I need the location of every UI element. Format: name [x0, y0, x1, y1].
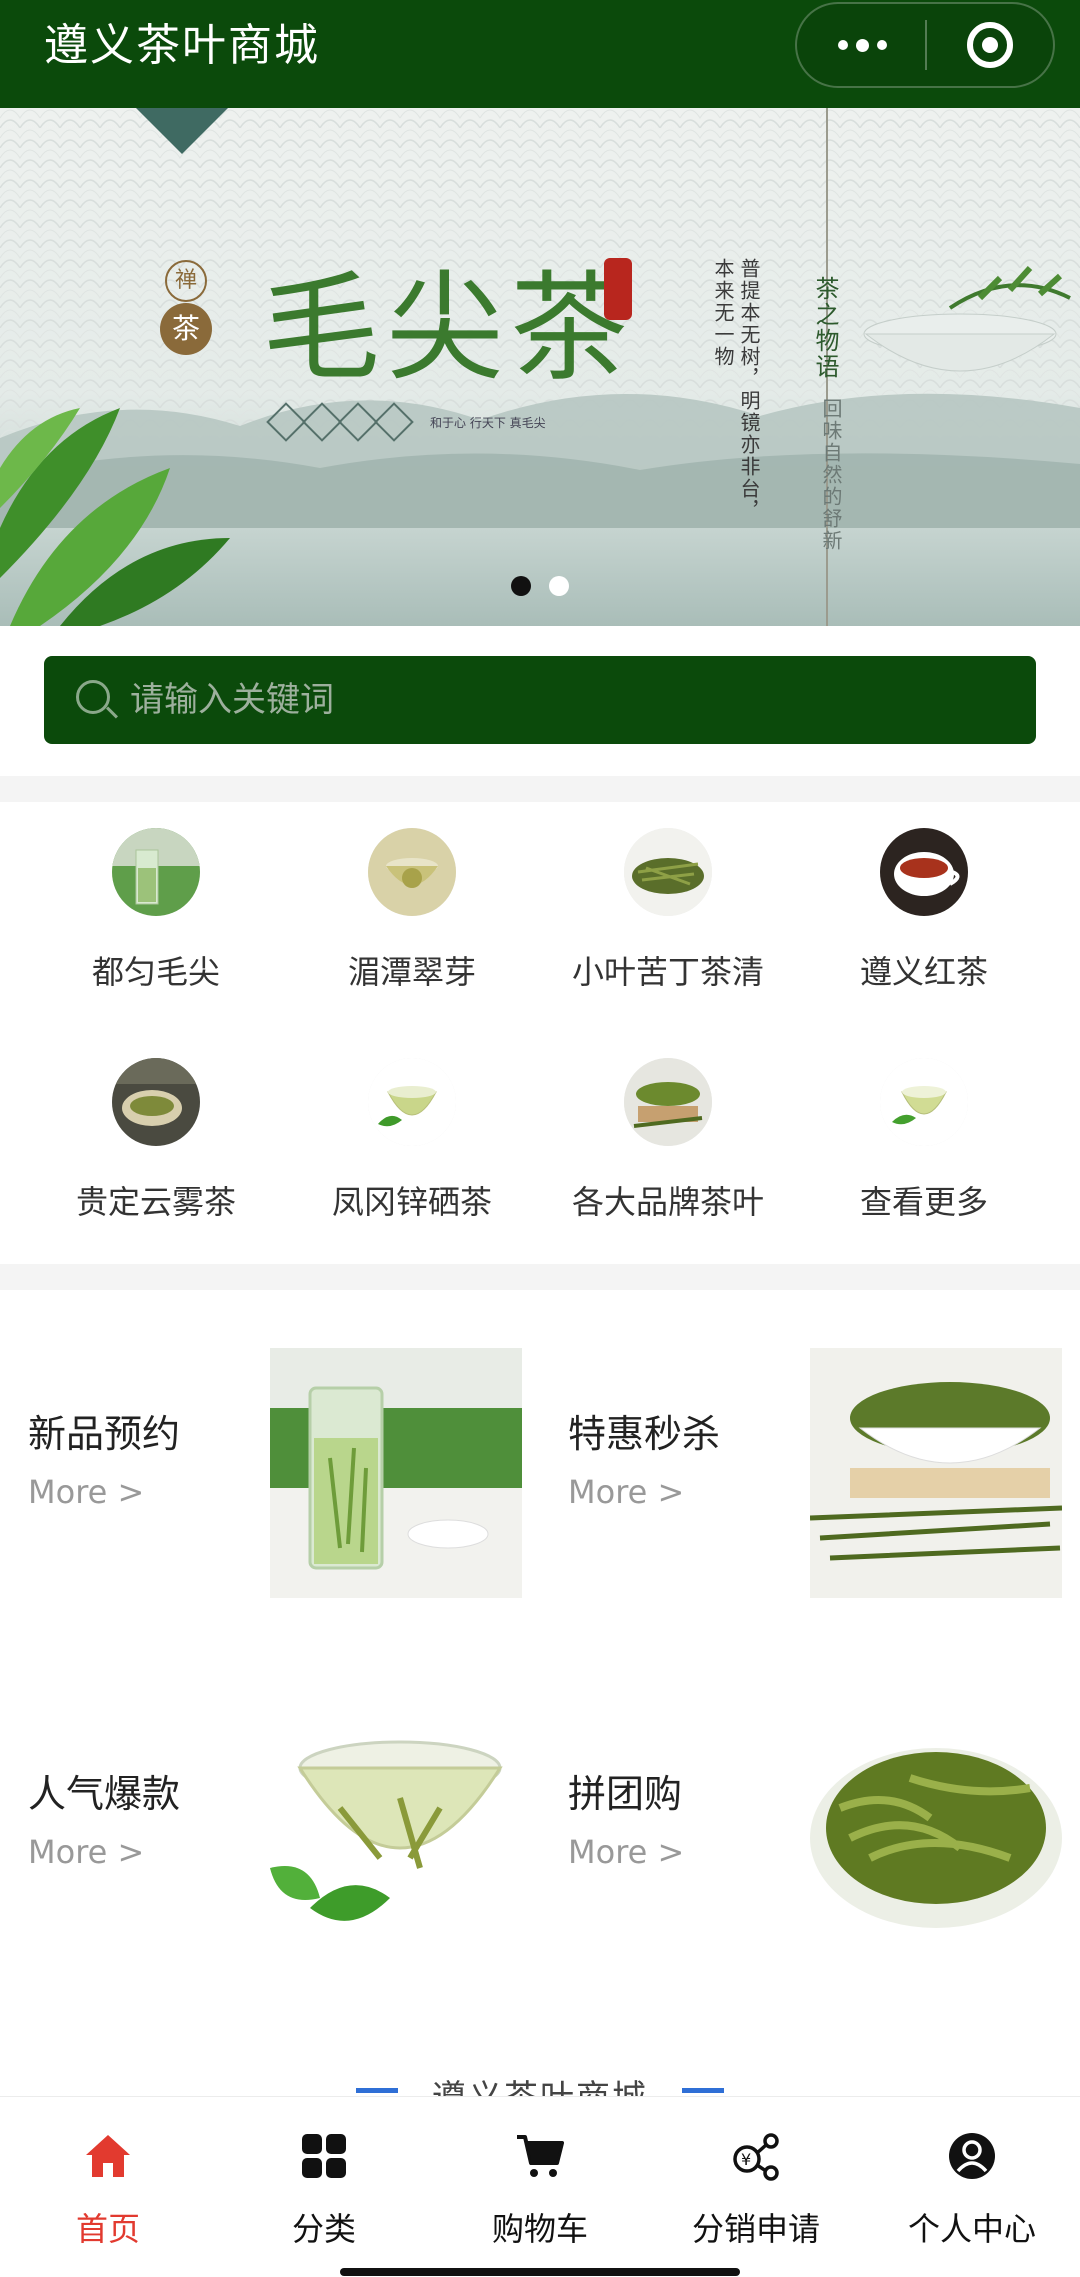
tea-cup-icon: [880, 1058, 968, 1146]
promo-title: 特惠秒杀: [568, 1412, 721, 1456]
promo-more-link[interactable]: More >: [28, 1472, 144, 1512]
promo-image: [810, 1708, 1062, 1958]
mini-program-capsule: [795, 2, 1055, 88]
tea-leaves-icon: [624, 828, 712, 916]
banner-seal-zen: 禅: [165, 260, 207, 302]
tea-bowl-icon: [624, 1058, 712, 1146]
category-item[interactable]: 遵义红茶: [796, 802, 1052, 1002]
promo-group-buy[interactable]: 拼团购 More >: [540, 1650, 1080, 2010]
category-item[interactable]: 小叶苦丁茶清: [540, 802, 796, 1002]
promo-more-link[interactable]: More >: [28, 1832, 144, 1872]
category-grid: 都匀毛尖 湄潭翠芽 小叶苦丁茶清 遵义红茶 贵定云雾茶 凤冈锌硒茶 各大品牌茶叶…: [0, 802, 1080, 1264]
tab-home[interactable]: 首页: [0, 2097, 216, 2277]
carousel-dot[interactable]: [549, 576, 569, 596]
section-divider: [0, 1264, 1080, 1290]
category-label: 各大品牌茶叶: [571, 1183, 764, 1221]
banner-vertical-subtitle: 回味自然的舒新: [819, 398, 843, 552]
home-indicator: [340, 2268, 740, 2276]
promo-image: [270, 1348, 522, 1598]
carousel-dots: [0, 576, 1080, 596]
category-item[interactable]: 贵定云雾茶: [28, 1032, 284, 1232]
category-item[interactable]: 都匀毛尖: [28, 802, 284, 1002]
search-input[interactable]: 请输入关键词: [44, 656, 1036, 744]
promo-title: 人气爆款: [28, 1772, 181, 1816]
promo-best-sellers[interactable]: 人气爆款 More >: [0, 1650, 540, 2010]
grid-icon: [302, 2134, 346, 2178]
svg-text:¥: ¥: [741, 2150, 751, 2169]
promo-more-link[interactable]: More >: [568, 1472, 684, 1512]
promo-section: 新品预约 More > 特惠秒杀 More > 人气爆款 More > 拼团购 …: [0, 1290, 1080, 2014]
category-label: 贵定云雾茶: [75, 1183, 236, 1221]
promo-flash-sale[interactable]: 特惠秒杀 More >: [540, 1290, 1080, 1650]
red-seal-stamp: [604, 258, 632, 320]
user-icon: [949, 2133, 995, 2179]
search-icon: [76, 680, 110, 714]
black-tea-icon: [880, 828, 968, 916]
tab-category[interactable]: 分类: [216, 2097, 432, 2277]
category-label: 遵义红茶: [859, 953, 988, 991]
category-label: 湄潭翠芽: [347, 953, 476, 991]
promo-image: [270, 1708, 522, 1958]
capsule-divider: [925, 20, 927, 70]
banner-vertical-title: 茶之物语: [811, 276, 839, 380]
footer-line-right: [682, 2088, 724, 2093]
category-label: 查看更多: [859, 1183, 988, 1221]
close-mini-program-icon[interactable]: [967, 22, 1013, 68]
tab-profile[interactable]: 个人中心: [864, 2097, 1080, 2277]
promo-image: [810, 1348, 1062, 1598]
tea-cup-icon: [368, 1058, 456, 1146]
promo-more-link[interactable]: More >: [568, 1832, 684, 1872]
category-item[interactable]: 湄潭翠芽: [284, 802, 540, 1002]
more-options-icon[interactable]: [797, 4, 927, 86]
app-header: 遵义茶叶商城: [0, 0, 1080, 108]
category-item[interactable]: 各大品牌茶叶: [540, 1032, 796, 1232]
promo-new-arrivals[interactable]: 新品预约 More >: [0, 1290, 540, 1650]
search-placeholder: 请输入关键词: [130, 680, 334, 720]
bottom-tab-bar: 首页 分类 购物车 ¥ 分销申请 个人中心: [0, 2096, 1080, 2276]
tab-label: 购物车: [491, 2210, 588, 2248]
tea-cup-icon: [368, 828, 456, 916]
category-label: 都匀毛尖: [91, 953, 220, 991]
section-divider: [0, 776, 1080, 802]
banner-verse: 普提本无树，明镜亦非台，本来无一物: [711, 258, 761, 522]
app-title: 遵义茶叶商城: [44, 20, 320, 71]
category-label: 凤冈锌硒茶: [331, 1183, 492, 1221]
category-item[interactable]: 凤冈锌硒茶: [284, 1032, 540, 1232]
category-item[interactable]: 查看更多: [796, 1032, 1052, 1232]
tab-label: 个人中心: [907, 2210, 1036, 2248]
tea-glass-icon: [112, 828, 200, 916]
tab-label: 分销申请: [691, 2210, 820, 2248]
tea-spoon-icon: [112, 1058, 200, 1146]
tab-label: 首页: [75, 2210, 140, 2248]
share-icon: ¥: [733, 2133, 779, 2181]
tab-label: 分类: [291, 2210, 356, 2248]
hero-banner[interactable]: 禅 茶 毛尖茶 和于心 行天下 真毛尖 普提本无树，明镜亦非台，本来无一物 茶之…: [0, 108, 1080, 626]
carousel-dot[interactable]: [511, 576, 531, 596]
banner-seal-cha: 茶: [160, 303, 212, 355]
tab-distribution[interactable]: ¥ 分销申请: [648, 2097, 864, 2277]
banner-headline: 毛尖茶: [262, 259, 635, 397]
category-label: 小叶苦丁茶清: [571, 953, 764, 991]
home-icon: [86, 2135, 130, 2177]
promo-title: 拼团购: [568, 1772, 683, 1816]
tab-cart[interactable]: 购物车: [432, 2097, 648, 2277]
promo-title: 新品预约: [28, 1412, 181, 1456]
banner-tags: 和于心 行天下 真毛尖: [266, 402, 546, 442]
search-section: 请输入关键词: [0, 626, 1080, 776]
banner-tagline: 和于心 行天下 真毛尖: [430, 415, 546, 430]
footer-brand-mark: 遵义茶叶商城: [0, 2040, 1080, 2118]
banner-notch: [136, 108, 228, 154]
cart-icon: [517, 2135, 564, 2177]
